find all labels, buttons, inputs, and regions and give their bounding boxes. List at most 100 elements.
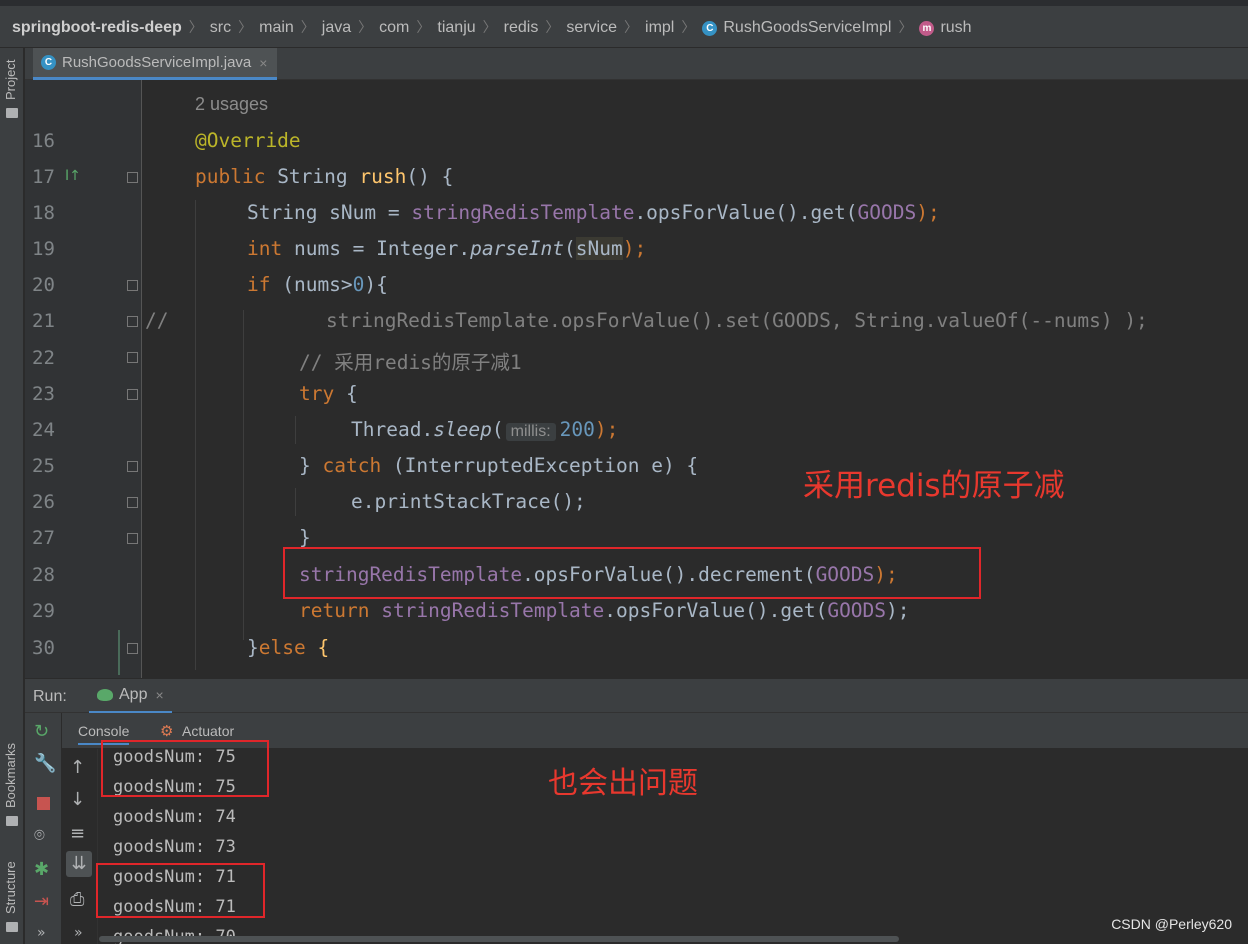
console-line: goodsNum: 74 <box>113 807 236 827</box>
breadcrumb-main[interactable]: main <box>259 19 294 37</box>
scroll-end-icon[interactable]: ⇊ <box>66 851 92 877</box>
code-token: ( <box>491 418 504 441</box>
close-icon[interactable]: × <box>155 687 163 703</box>
code-token: ){ <box>364 273 388 296</box>
print-icon[interactable]: ⎙ <box>70 889 84 910</box>
indent-guide <box>295 416 296 444</box>
fold-marker-icon[interactable] <box>127 497 138 508</box>
fold-marker-icon[interactable] <box>127 389 138 400</box>
line-number: 24 <box>32 419 55 441</box>
file-tab-rushgoodsserviceimpl[interactable]: C RushGoodsServiceImpl.java × <box>33 48 278 80</box>
implements-marker-icon[interactable]: I↑ <box>65 168 81 184</box>
code-line-29: return stringRedisTemplate.opsForValue()… <box>299 599 910 622</box>
code-token: { <box>305 636 330 659</box>
structure-icon <box>6 922 18 932</box>
fold-marker-icon[interactable] <box>127 643 138 654</box>
class-icon: C <box>702 20 718 36</box>
camera-icon[interactable]: ⌾ <box>34 825 45 846</box>
up-arrow-icon[interactable]: ↑ <box>70 757 85 778</box>
code-editor[interactable]: 16 17 18 19 20 21 22 23 24 25 26 27 28 2… <box>25 80 1248 678</box>
fold-marker-icon[interactable] <box>127 280 138 291</box>
annotation-note-atomic-decrement: 采用redis的原子减 <box>803 468 1065 504</box>
comment-token: // 采用redis的原子减1 <box>299 351 522 374</box>
breadcrumb-redis[interactable]: redis <box>504 19 539 37</box>
parameter-hint: millis: <box>505 423 556 441</box>
line-number: 22 <box>32 347 55 369</box>
usages-hint[interactable]: 2 usages <box>195 94 268 115</box>
code-token: } <box>299 526 311 549</box>
debug-icon[interactable]: ✱ <box>34 859 49 880</box>
watermark: CSDN @Perley620 <box>1111 916 1232 932</box>
stop-icon[interactable] <box>37 797 50 810</box>
method-name-token: rush <box>359 165 407 188</box>
breadcrumb-tianju[interactable]: tianju <box>437 19 475 37</box>
number-token: 200 <box>559 418 595 441</box>
class-icon: C <box>41 55 56 70</box>
breadcrumb-class[interactable]: C RushGoodsServiceImpl <box>702 19 891 37</box>
folder-icon <box>6 108 18 118</box>
code-token: ( <box>564 237 576 260</box>
project-tool-button[interactable]: Project <box>3 60 18 100</box>
more-icon[interactable]: » <box>37 925 46 941</box>
rerun-icon[interactable]: ↻ <box>34 721 49 742</box>
breadcrumb-separator-icon: 〉 <box>898 19 913 35</box>
structure-tool-button[interactable]: Structure <box>3 861 18 914</box>
field-token: stringRedisTemplate <box>411 201 635 224</box>
line-number: 16 <box>32 130 55 152</box>
indent-guide <box>195 200 196 670</box>
breadcrumb-project[interactable]: springboot-redis-deep <box>12 19 182 37</box>
line-number: 19 <box>32 238 55 260</box>
run-label: Run: <box>33 688 67 705</box>
breadcrumb-impl[interactable]: impl <box>645 19 674 37</box>
breadcrumb-service[interactable]: service <box>566 19 617 37</box>
wrench-icon[interactable]: 🔧 <box>34 753 56 774</box>
soft-wrap-icon[interactable]: ≡ <box>70 823 85 844</box>
more-icon[interactable]: » <box>74 925 83 941</box>
horizontal-scrollbar[interactable] <box>99 936 899 942</box>
exit-icon[interactable]: ⇥ <box>34 891 49 912</box>
highlight-box-duplicate-71 <box>96 863 265 918</box>
line-number: 21 <box>32 310 55 332</box>
bookmarks-tool-button[interactable]: Bookmarks <box>3 743 18 808</box>
code-token: } <box>299 454 323 477</box>
code-token: ); <box>622 237 647 260</box>
breadcrumb-separator-icon: 〉 <box>416 19 431 35</box>
breadcrumb-method-label: rush <box>940 19 972 36</box>
breadcrumb-src[interactable]: src <box>210 19 231 37</box>
fold-marker-icon[interactable] <box>127 172 138 183</box>
breadcrumb-class-label: RushGoodsServiceImpl <box>723 19 892 36</box>
code-line-19: int nums = Integer.parseInt(sNum); <box>247 237 646 260</box>
line-number: 26 <box>32 491 55 513</box>
line-number: 28 <box>32 564 55 586</box>
fold-marker-icon[interactable] <box>127 316 138 327</box>
close-icon[interactable]: × <box>259 55 267 71</box>
tab-actuator[interactable]: Actuator <box>182 723 234 739</box>
constant-token: GOODS <box>827 599 887 622</box>
down-arrow-icon[interactable]: ↓ <box>70 789 85 810</box>
method-icon: m <box>919 20 935 36</box>
indent-guide <box>295 488 296 516</box>
code-token: { <box>334 382 358 405</box>
type-token: String <box>265 165 360 188</box>
breadcrumb: springboot-redis-deep 〉 src 〉 main 〉 jav… <box>0 0 1248 48</box>
code-line-24: Thread.sleep(millis: 200); <box>351 418 618 441</box>
code-token: .opsForValue().get( <box>634 201 858 224</box>
code-line-18: String sNum = stringRedisTemplate.opsFor… <box>247 201 940 224</box>
line-number: 30 <box>32 637 55 659</box>
editor-tab-bar: C RushGoodsServiceImpl.java × <box>25 48 1248 80</box>
code-token: (nums> <box>270 273 353 296</box>
breadcrumb-java[interactable]: java <box>322 19 351 37</box>
breadcrumb-com[interactable]: com <box>379 19 409 37</box>
fold-marker-icon[interactable] <box>127 533 138 544</box>
breadcrumb-separator-icon: 〉 <box>482 19 497 35</box>
method-token: parseInt <box>470 237 564 260</box>
annotation-token: @Override <box>195 129 301 152</box>
fold-marker-icon[interactable] <box>127 352 138 363</box>
highlighted-variable: sNum <box>575 237 623 260</box>
run-tab-app[interactable]: App × <box>89 679 172 714</box>
breadcrumb-method[interactable]: m rush <box>919 19 972 37</box>
code-line-21: // stringRedisTemplate.opsForValue().set(… <box>145 309 1148 332</box>
code-token: ); <box>594 418 619 441</box>
fold-marker-icon[interactable] <box>127 461 138 472</box>
code-line-30: }else { <box>247 636 329 659</box>
